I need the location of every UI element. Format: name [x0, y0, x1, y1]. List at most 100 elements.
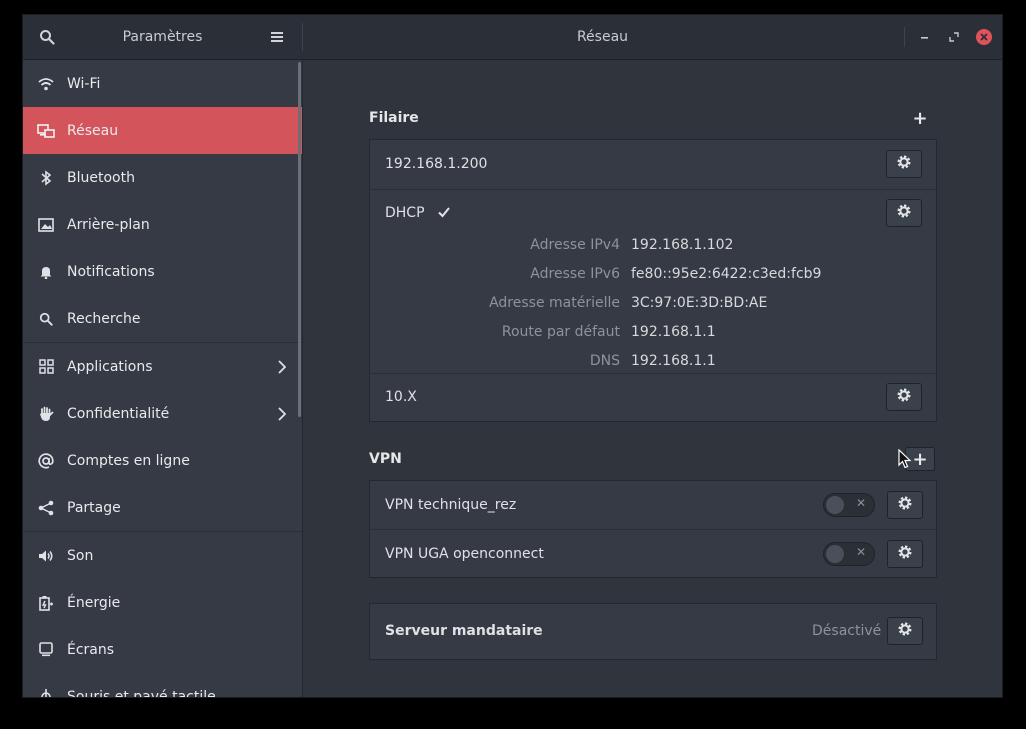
sidebar-title: Paramètres — [122, 29, 203, 45]
settings-window: Paramètres Réseau Wi-Fi Réseau Bluetooth… — [22, 14, 1003, 698]
vpn-section-title: VPN — [369, 451, 402, 467]
proxy-status: Désactivé — [812, 623, 882, 639]
tenx-profile-settings-button[interactable] — [886, 383, 922, 411]
gear-icon — [897, 544, 913, 564]
sidebar-item-network[interactable]: Réseau — [23, 107, 302, 154]
gateway-key: Route par défaut — [501, 324, 620, 340]
chevron-right-icon — [278, 359, 287, 378]
network-icon — [25, 123, 67, 139]
search-icon[interactable] — [37, 27, 57, 47]
sidebar-item-label: Réseau — [67, 122, 119, 139]
sidebar-item-label: Recherche — [67, 310, 141, 327]
sidebar-item-privacy[interactable]: Confidentialité — [23, 390, 302, 437]
sidebar-item-label: Son — [67, 547, 94, 564]
share-icon — [25, 500, 67, 516]
vpn-card: VPN technique_rez ✕ VPN UGA openconnect … — [369, 480, 937, 578]
sidebar-item-label: Souris et pavé tactile — [67, 688, 216, 698]
gateway-value: 192.168.1.1 — [631, 324, 716, 340]
proxy-settings-button[interactable] — [887, 617, 923, 645]
wired-section-title: Filaire — [369, 110, 419, 126]
gear-icon — [897, 495, 913, 515]
dns-key: DNS — [589, 353, 620, 369]
mouse-icon — [25, 688, 67, 697]
row-divider — [370, 529, 936, 530]
wired-profile-label: 192.168.1.200 — [385, 156, 488, 172]
sidebar-item-wifi[interactable]: Wi-Fi — [23, 60, 302, 107]
dhcp-profile-settings-button[interactable] — [886, 199, 922, 227]
sidebar-scrollbar[interactable] — [298, 62, 301, 417]
vpn-toggle[interactable]: ✕ — [823, 493, 875, 517]
sidebar-item-applications[interactable]: Applications — [23, 343, 302, 390]
sidebar-item-label: Notifications — [67, 263, 155, 280]
plus-icon: + — [912, 448, 928, 470]
sidebar-item-label: Énergie — [67, 594, 121, 611]
sidebar-item-mouse[interactable]: Souris et pavé tactile — [23, 673, 302, 698]
sidebar-item-label: Arrière-plan — [67, 216, 150, 233]
restore-icon[interactable] — [944, 27, 964, 47]
gear-icon — [896, 203, 912, 223]
mac-value: 3C:97:0E:3D:BD:AE — [631, 295, 768, 311]
page-title: Réseau — [576, 29, 629, 45]
row-divider — [370, 373, 936, 374]
sidebar-item-power[interactable]: Énergie — [23, 579, 302, 626]
sidebar-item-label: Partage — [67, 499, 121, 516]
add-wired-button[interactable]: + — [905, 106, 935, 130]
ipv4-value: 192.168.1.102 — [631, 237, 734, 253]
chevron-right-icon — [278, 406, 287, 425]
apps-icon — [25, 359, 67, 374]
sidebar-item-sharing[interactable]: Partage — [23, 484, 302, 531]
sidebar-item-notifications[interactable]: Notifications — [23, 248, 302, 295]
speaker-icon — [25, 549, 67, 563]
checkmark-icon — [437, 204, 451, 223]
header-bar: Paramètres Réseau — [23, 15, 1002, 60]
sidebar-item-label: Wi-Fi — [67, 75, 101, 92]
plus-icon: + — [912, 107, 928, 129]
sidebar-item-label: Comptes en ligne — [67, 452, 190, 469]
vpn-connection-label: VPN technique_rez — [385, 497, 517, 513]
cursor-icon — [898, 448, 912, 473]
ipv6-key: Adresse IPv6 — [530, 266, 620, 282]
gear-icon — [896, 154, 912, 174]
row-divider — [370, 189, 936, 190]
wired-profile-settings-button[interactable] — [886, 150, 922, 178]
minimize-icon[interactable] — [915, 27, 935, 47]
wired-card: 192.168.1.200 DHCP Adresse IPv4 192.168.… — [369, 139, 937, 422]
vpn-settings-button[interactable] — [887, 540, 923, 568]
dns-value: 192.168.1.1 — [631, 353, 716, 369]
tenx-profile-label: 10.X — [385, 389, 417, 405]
mac-key: Adresse matérielle — [489, 295, 620, 311]
toggle-off-icon: ✕ — [855, 545, 866, 559]
toggle-knob — [825, 544, 845, 564]
main-panel: Filaire + 192.168.1.200 DHCP Adresse IPv… — [303, 60, 1002, 697]
power-icon — [25, 595, 67, 611]
ipv6-value: fe80::95e2:6422:c3ed:fcb9 — [631, 266, 822, 282]
sidebar-item-label: Bluetooth — [67, 169, 135, 186]
sidebar: Wi-Fi Réseau Bluetooth Arrière-plan Noti… — [23, 60, 303, 698]
ipv4-key: Adresse IPv4 — [530, 237, 620, 253]
background-icon — [25, 217, 67, 232]
vpn-toggle[interactable]: ✕ — [823, 542, 875, 566]
close-icon[interactable] — [975, 28, 993, 46]
gear-icon — [897, 621, 913, 641]
display-icon — [25, 642, 67, 657]
proxy-card[interactable]: Serveur mandataire Désactivé — [369, 603, 937, 660]
sidebar-item-bluetooth[interactable]: Bluetooth — [23, 154, 302, 201]
gear-icon — [896, 387, 912, 407]
sidebar-item-search[interactable]: Recherche — [23, 295, 302, 342]
dhcp-profile-label: DHCP — [385, 205, 425, 221]
hand-icon — [25, 406, 67, 422]
vpn-settings-button[interactable] — [887, 491, 923, 519]
toggle-off-icon: ✕ — [855, 496, 866, 510]
sidebar-item-displays[interactable]: Écrans — [23, 626, 302, 673]
wifi-icon — [25, 77, 67, 91]
sidebar-item-sound[interactable]: Son — [23, 532, 302, 579]
window-controls-separator — [904, 27, 905, 47]
menu-icon[interactable] — [267, 27, 287, 47]
sidebar-item-label: Écrans — [67, 641, 115, 658]
sidebar-item-online-accounts[interactable]: Comptes en ligne — [23, 437, 302, 484]
sidebar-item-label: Confidentialité — [67, 405, 170, 422]
bluetooth-icon — [25, 169, 67, 186]
proxy-label: Serveur mandataire — [385, 623, 543, 639]
sidebar-item-background[interactable]: Arrière-plan — [23, 201, 302, 248]
toggle-knob — [825, 495, 845, 515]
